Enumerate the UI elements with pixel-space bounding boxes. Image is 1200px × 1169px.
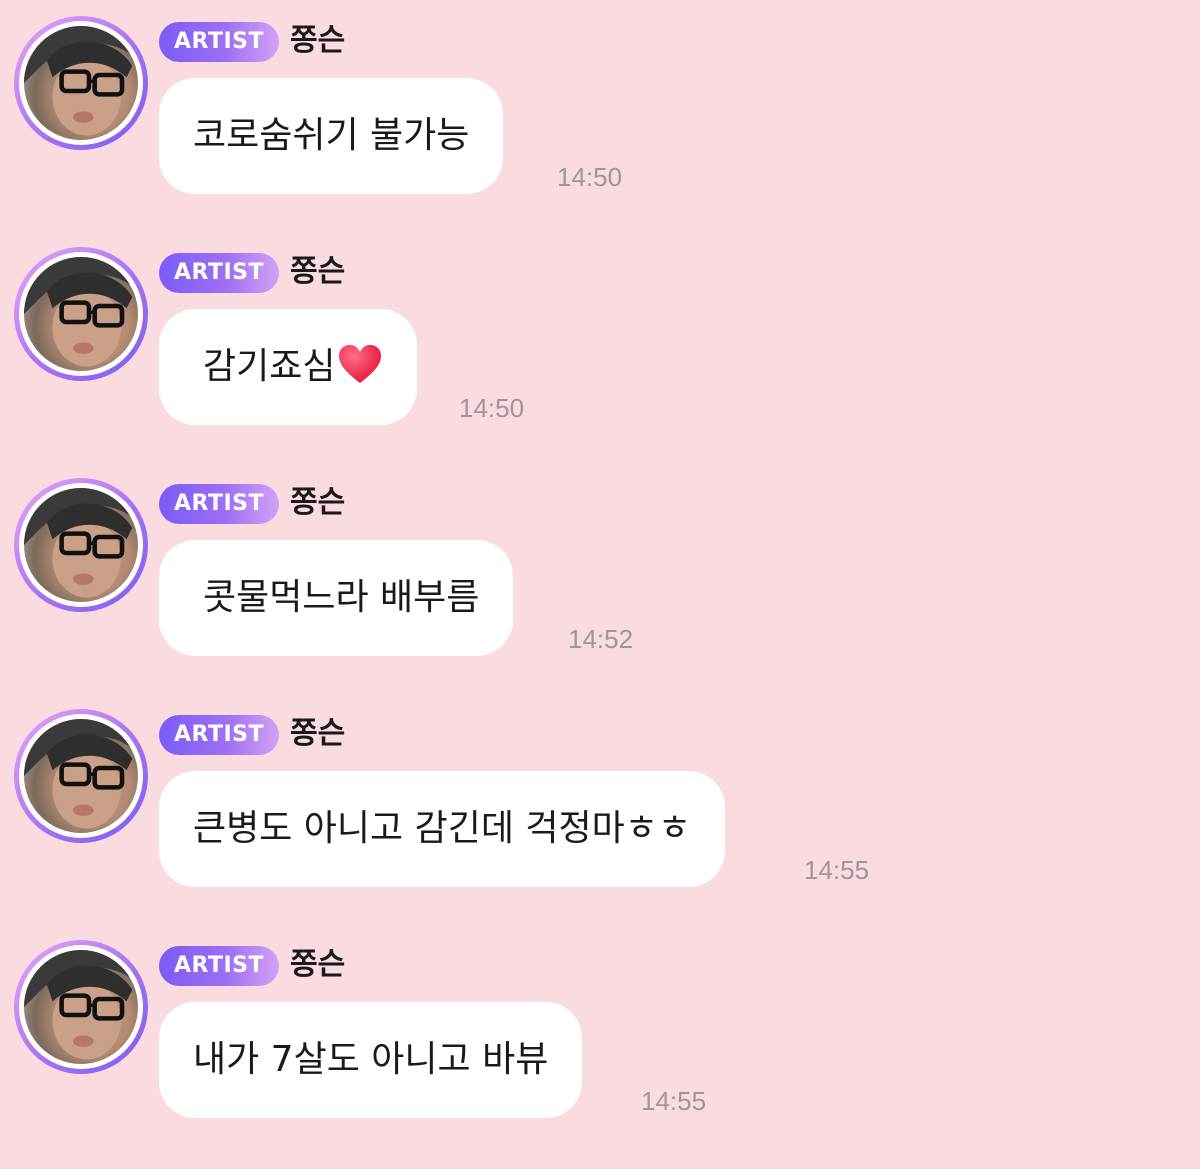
avatar-photo — [24, 719, 138, 833]
message-bubble[interactable]: 코로숨쉬기 불가능 — [159, 78, 504, 194]
sender-name[interactable]: 쫑슨 — [290, 251, 345, 293]
avatar[interactable] — [14, 940, 148, 1074]
message-bubble[interactable]: 큰병도 아니고 감긴데 걱정마ㅎㅎ — [159, 771, 726, 887]
avatar-photo — [24, 26, 138, 140]
artist-badge: ARTIST — [159, 946, 279, 986]
artist-badge: ARTIST — [159, 22, 279, 62]
chat-message: ARTIST 쫑슨 콧물먹느라 배부름 14:52 — [0, 462, 1200, 693]
artist-badge: ARTIST — [159, 484, 279, 524]
sender-name[interactable]: 쫑슨 — [290, 944, 345, 986]
avatar-face-icon — [24, 257, 138, 367]
chat-message: ARTIST 쫑슨 코로숨쉬기 불가능 14:50 — [0, 0, 1200, 231]
avatar-ring — [19, 483, 143, 607]
message-text: 콧물먹느라 배부름 — [203, 577, 480, 618]
message-bubble[interactable]: 감기죠심 — [159, 309, 418, 425]
avatar-face-icon — [24, 488, 138, 598]
avatar-photo — [24, 950, 138, 1064]
red-heart-icon — [339, 345, 382, 383]
sender-name[interactable]: 쫑슨 — [290, 482, 345, 524]
chat-message: ARTIST 쫑슨 감기죠심 14:50 — [0, 231, 1200, 462]
chat-message: ARTIST 쫑슨 큰병도 아니고 감긴데 걱정마ㅎㅎ 14:55 — [0, 693, 1200, 924]
message-text: 감기죠심 — [203, 346, 336, 387]
avatar-ring — [19, 945, 143, 1069]
message-timestamp: 14:50 — [557, 162, 623, 192]
message-bubble[interactable]: 콧물먹느라 배부름 — [159, 540, 514, 656]
artist-badge: ARTIST — [159, 253, 279, 293]
message-timestamp: 14:55 — [804, 855, 870, 885]
avatar[interactable] — [14, 247, 148, 381]
avatar-face-icon — [24, 26, 138, 136]
message-text: 코로숨쉬기 불가능 — [193, 115, 470, 156]
message-bubble[interactable]: 내가 7살도 아니고 바뷰 — [159, 1002, 583, 1118]
avatar-ring — [19, 714, 143, 838]
avatar-ring — [19, 21, 143, 145]
avatar-photo — [24, 257, 138, 371]
avatar-ring — [19, 252, 143, 376]
message-timestamp: 14:52 — [568, 624, 634, 654]
avatar[interactable] — [14, 478, 148, 612]
message-timestamp: 14:55 — [641, 1086, 707, 1116]
avatar[interactable] — [14, 16, 148, 150]
message-timestamp: 14:50 — [459, 393, 525, 423]
avatar-face-icon — [24, 950, 138, 1060]
sender-name[interactable]: 쫑슨 — [290, 20, 345, 62]
avatar-face-icon — [24, 719, 138, 829]
chat-message: ARTIST 쫑슨 내가 7살도 아니고 바뷰 14:55 — [0, 924, 1200, 1155]
sender-name[interactable]: 쫑슨 — [290, 713, 345, 755]
avatar[interactable] — [14, 709, 148, 843]
avatar-photo — [24, 488, 138, 602]
message-text: 큰병도 아니고 감긴데 걱정마ㅎㅎ — [193, 808, 692, 849]
message-text: 내가 7살도 아니고 바뷰 — [193, 1039, 549, 1080]
artist-badge: ARTIST — [159, 715, 279, 755]
